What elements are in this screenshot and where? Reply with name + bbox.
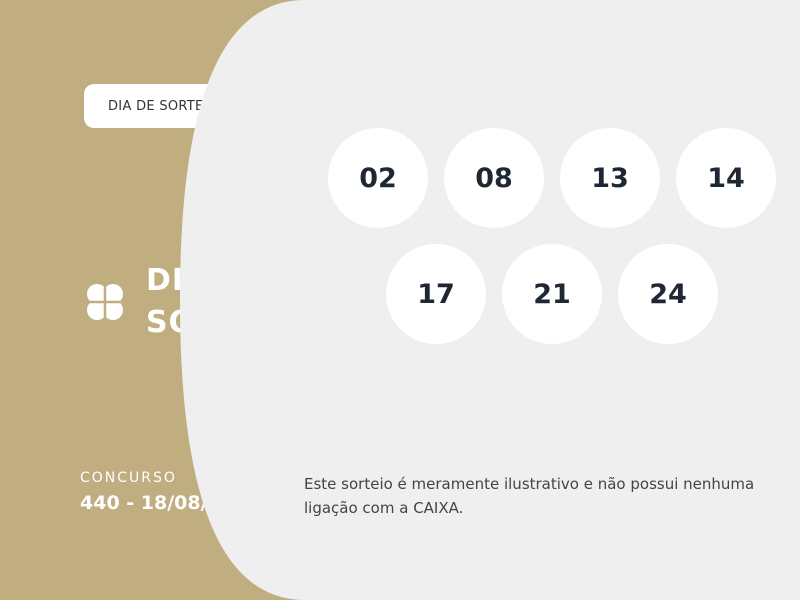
result-panel: 02 08 13 14 17 21 24 Este sorteio é meramente … (0, 0, 800, 600)
number-ball: 02 (328, 128, 428, 228)
page: DIA DE SORTE DIA DE SORTE CONCURSO 440 -… (0, 0, 800, 600)
disclaimer-text: Este sorteio é meramente ilustrativo e n… (304, 475, 755, 517)
number-ball: 24 (618, 244, 718, 344)
number-ball: 13 (560, 128, 660, 228)
number-ball: 17 (386, 244, 486, 344)
number-ball: 21 (502, 244, 602, 344)
number-ball: 14 (676, 128, 776, 228)
number-ball: 08 (444, 128, 544, 228)
